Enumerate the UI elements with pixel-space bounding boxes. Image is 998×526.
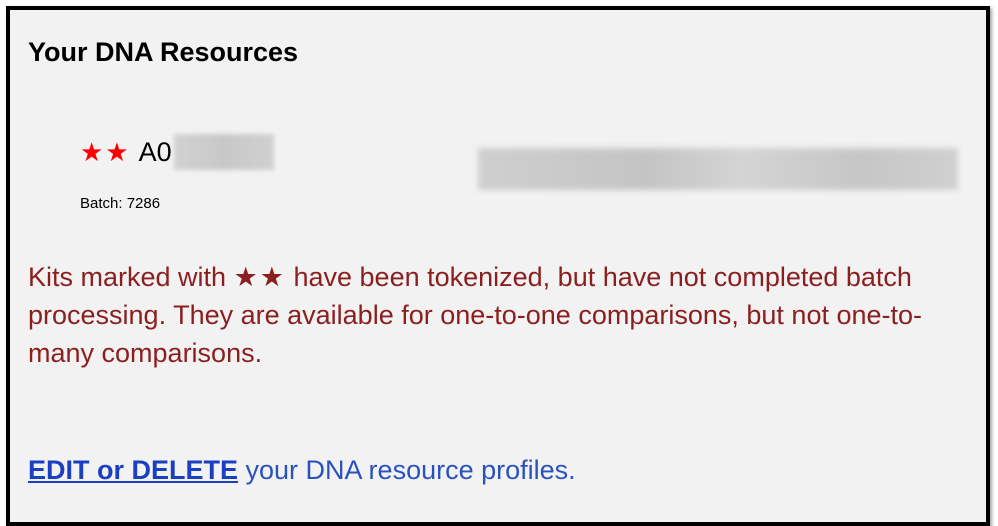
dna-resources-panel: Your DNA Resources ★★ A0 Batch: 7286 Kit…	[6, 6, 990, 526]
tokenized-marker-icon: ★★	[80, 137, 131, 167]
edit-line: EDIT or DELETE your DNA resource profile…	[28, 453, 576, 487]
kit-entry: ★★ A0	[80, 132, 274, 172]
edit-or-delete-link[interactable]: EDIT or DELETE	[28, 455, 238, 485]
redacted-kit-name	[478, 148, 958, 190]
kit-id: A0	[138, 137, 172, 167]
section-title: Your DNA Resources	[28, 37, 299, 67]
notice-marker-icon: ★★	[233, 262, 286, 292]
tokenized-notice: Kits marked with ★★ have been tokenized,…	[28, 258, 973, 372]
batch-label: Batch: 7286	[80, 195, 161, 212]
notice-text-start: Kits marked with	[28, 262, 234, 292]
edit-line-text: your DNA resource profiles.	[238, 455, 576, 485]
redacted-kit-id	[173, 134, 274, 170]
